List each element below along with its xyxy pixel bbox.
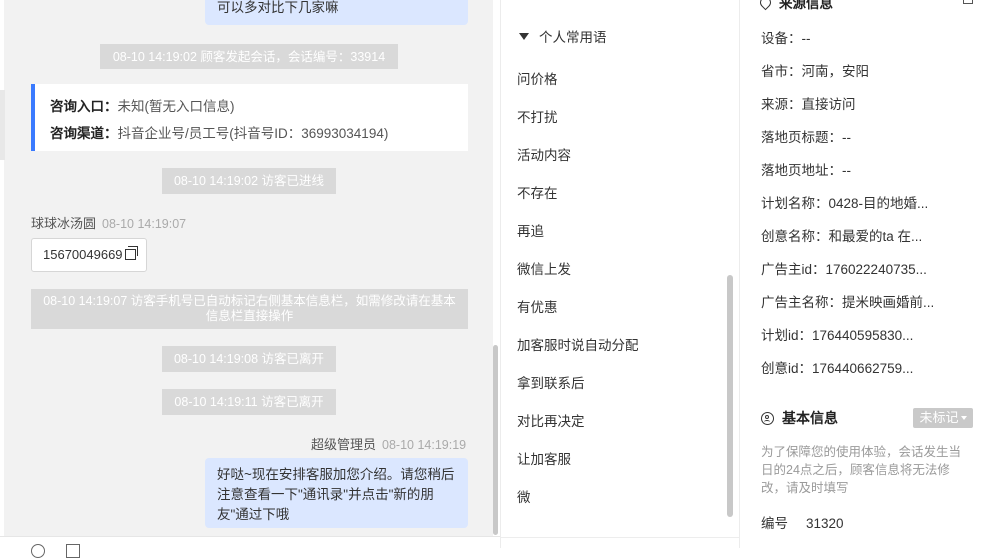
info-region: 省市：河南，安阳	[761, 64, 869, 79]
triangle-down-icon	[519, 33, 529, 40]
system-message-text: 08-10 14:19:02 访客已进线	[173, 174, 325, 188]
inquiry-entry-value: 未知(暂无入口信息)	[117, 99, 235, 114]
common-phrases-panel: 个人常用语 问价格 不打扰 活动内容 不存在 再追 微信上发 有优惠 加客服时说…	[500, 0, 739, 548]
info-creative-id: 创意id：176440662759...	[761, 361, 914, 376]
system-message-text: 08-10 14:19:07 访客手机号已自动标记右侧基本信息栏，如需修改请在基…	[43, 294, 456, 323]
system-message-visitor-left-1: 08-10 14:19:08 访客已离开	[162, 346, 336, 372]
phrase-item[interactable]: 加客服时说自动分配	[517, 334, 639, 354]
info-plan-name: 计划名称：0428-目的地婚...	[761, 196, 929, 211]
copy-icon[interactable]	[124, 246, 138, 260]
phrase-item[interactable]: 不打扰	[517, 106, 558, 126]
phrases-scrollbar[interactable]	[727, 275, 733, 517]
inquiry-entry-label: 咨询入口：	[50, 99, 118, 114]
system-message-visitor-entered: 08-10 14:19:02 访客已进线	[162, 168, 336, 194]
system-message-text: 08-10 14:19:08 访客已离开	[173, 352, 325, 366]
system-message-visitor-left-2: 08-10 14:19:11 访客已离开	[162, 389, 336, 415]
source-info-title-text: 来源信息	[779, 0, 833, 11]
emoji-icon[interactable]	[31, 544, 45, 558]
phrase-item[interactable]: 微	[517, 486, 531, 506]
inquiry-info-card: 咨询入口：未知(暂无入口信息) 咨询渠道：抖音企业号/员工号(抖音号ID：369…	[31, 84, 468, 151]
system-message-text: 08-10 14:19:02 顾客发起会话，会话编号：33914	[112, 50, 386, 64]
inquiry-entry-row: 咨询入口：未知(暂无入口信息)	[50, 93, 468, 120]
info-edit-hint: 为了保障您的使用体验，会话发生当日的24点之后，顾客信息将无法修改，请及时填写	[761, 445, 962, 495]
system-message-text: 08-10 14:19:11 访客已离开	[174, 395, 324, 409]
phrase-item[interactable]: 对比再决定	[517, 410, 585, 430]
inquiry-channel-value: 抖音企业号/员工号(抖音号ID：36993034194)	[117, 126, 389, 141]
previous-agent-bubble: 可以多对比下几家嘛	[205, 0, 468, 25]
image-icon[interactable]	[66, 544, 80, 558]
info-advertiser-id: 广告主id：176022240735...	[761, 262, 927, 277]
info-source: 来源：直接访问	[761, 97, 856, 112]
visitor-message-meta: 球球冰汤圆 08-10 14:19:07	[31, 213, 186, 232]
mark-status-dropdown[interactable]: 未标记	[913, 408, 973, 428]
basic-info-title: 基本信息	[761, 408, 838, 428]
phrase-item[interactable]: 问价格	[517, 68, 558, 88]
location-icon	[757, 0, 774, 11]
info-creative-name: 创意名称：和最爱的ta 在...	[761, 229, 923, 244]
phrase-item[interactable]: 活动内容	[517, 144, 571, 164]
caret-down-icon	[960, 416, 967, 420]
visitor-phone-message: 15670049669	[31, 238, 147, 272]
chat-left-stripe	[0, 90, 5, 160]
agent-message-text: 好哒~现在安排客服加您介绍。请您稍后注意查看一下"通讯录"并点击"新的朋友"通过…	[217, 467, 455, 522]
visitor-message-time: 08-10 14:19:07	[102, 217, 187, 231]
agent-name: 超级管理员	[311, 437, 377, 452]
person-icon	[761, 412, 774, 425]
system-message-phone-marked: 08-10 14:19:07 访客手机号已自动标记右侧基本信息栏，如需修改请在基…	[31, 289, 468, 329]
visitor-phone-number: 15670049669	[43, 247, 123, 262]
edit-icon[interactable]	[963, 0, 973, 4]
system-message-session-start: 08-10 14:19:02 顾客发起会话，会话编号：33914	[100, 44, 398, 69]
basic-info-title-text: 基本信息	[782, 410, 838, 426]
inquiry-channel-label: 咨询渠道：	[50, 126, 118, 141]
source-info-title: 来源信息	[757, 0, 833, 12]
customer-info-panel: 来源信息 设备：-- 省市：河南，安阳 来源：直接访问 落地页标题：-- 落地页…	[739, 0, 994, 548]
agent-message-meta: 超级管理员 08-10 14:19:19	[311, 434, 466, 453]
phrases-divider	[501, 537, 739, 538]
phrase-item[interactable]: 再追	[517, 220, 544, 240]
info-device: 设备：--	[761, 31, 811, 46]
phrase-item[interactable]: 拿到联系后	[517, 372, 585, 392]
info-plan-id: 计划id：176440595830...	[761, 328, 914, 343]
customer-number-value: 31320	[806, 516, 844, 531]
customer-number-label: 编号	[761, 516, 788, 531]
chat-panel: 可以多对比下几家嘛 08-10 14:19:02 顾客发起会话，会话编号：339…	[0, 0, 500, 558]
phrase-item[interactable]: 有优惠	[517, 296, 558, 316]
customer-number-row: 编号 31320	[761, 512, 844, 532]
chat-scrollbar[interactable]	[493, 345, 498, 535]
info-landing-title: 落地页标题：--	[761, 130, 851, 145]
agent-message-bubble: 好哒~现在安排客服加您介绍。请您稍后注意查看一下"通讯录"并点击"新的朋友"通过…	[205, 458, 468, 528]
chat-input-toolbar	[0, 536, 500, 558]
visitor-name: 球球冰汤圆	[31, 216, 97, 231]
previous-agent-bubble-text: 可以多对比下几家嘛	[217, 0, 339, 15]
inquiry-channel-row: 咨询渠道：抖音企业号/员工号(抖音号ID：36993034194)	[50, 120, 468, 147]
info-advertiser-name: 广告主名称：提米映画婚前...	[761, 295, 935, 310]
phrase-group-title: 个人常用语	[539, 30, 607, 45]
info-landing-url: 落地页地址：--	[761, 163, 851, 178]
agent-message-time: 08-10 14:19:19	[382, 438, 467, 452]
phrase-item[interactable]: 不存在	[517, 182, 558, 202]
phrase-group-toggle[interactable]: 个人常用语	[519, 26, 607, 46]
mark-status-label: 未标记	[919, 410, 959, 425]
phrase-item[interactable]: 微信上发	[517, 258, 571, 278]
phrase-item[interactable]: 让加客服	[517, 448, 571, 468]
